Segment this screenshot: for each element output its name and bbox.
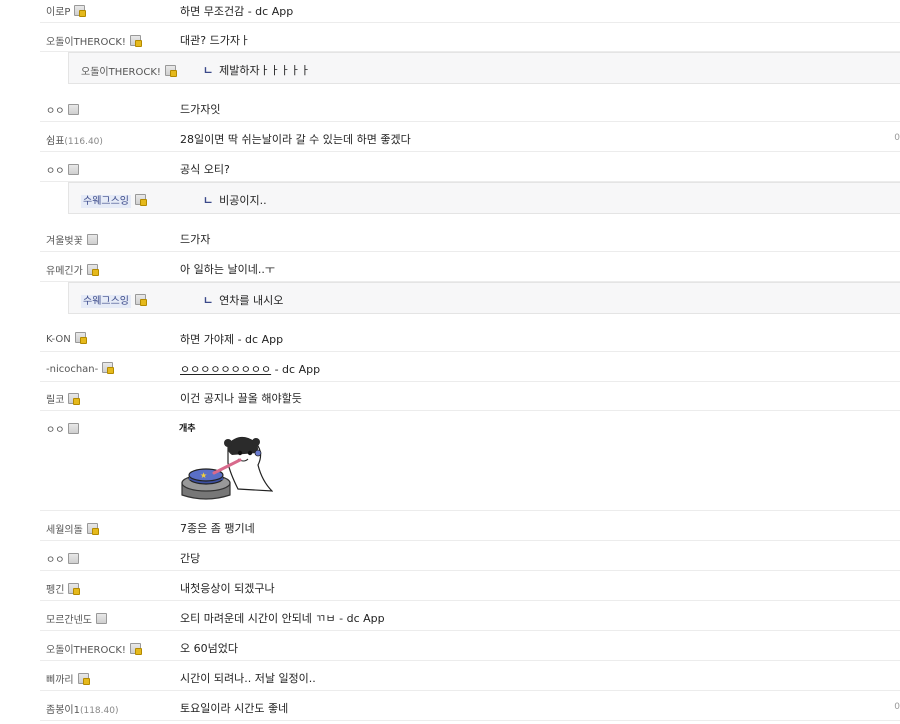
reply-text-body: 비공이지..	[219, 194, 267, 207]
comment-row: ㅇㅇ 간당	[40, 541, 900, 571]
comment-nickname[interactable]: 쉼표(116.40)	[46, 132, 103, 147]
reply-nickname[interactable]: 오돌이THEROCK!	[81, 63, 177, 78]
comment-count: 0	[894, 702, 900, 712]
comment-nickname[interactable]: K-ON	[46, 332, 87, 345]
fixed-nick-icon	[77, 673, 90, 685]
ip-address: (116.40)	[64, 137, 103, 147]
fixed-nick-icon	[74, 5, 87, 17]
nick-icon	[86, 234, 98, 245]
reply-text: ㄴ 비공이지..	[203, 192, 267, 208]
ip-address: (118.40)	[79, 706, 119, 716]
comment-row: 삐까리 시간이 되려나.. 저날 일정이..	[40, 661, 900, 691]
fixed-nick-icon	[164, 65, 177, 77]
comment-row: ㅇㅇ 공식 오티?	[40, 152, 900, 182]
comment-text: 오 60넘었다	[180, 642, 238, 655]
reply-text: ㄴ 제발하자ㅏㅏㅏㅏㅏ	[203, 62, 310, 78]
comment-row: ㅇㅇ 개추 ★	[40, 411, 900, 511]
comment-nickname[interactable]: 오돌이THEROCK!	[46, 33, 142, 48]
fixed-nick-icon	[86, 264, 99, 276]
comment-nickname[interactable]: -nicochan-	[46, 362, 115, 375]
comment-nickname[interactable]: ㅇㅇ	[46, 162, 80, 177]
comment-row: 좀봉이1(118.40) 토요일이라 시간도 좋네 0	[40, 691, 900, 721]
reply-nickname[interactable]: 수웨그스잉	[81, 192, 147, 208]
comment-text: 대관? 드가자ㅏ	[180, 34, 251, 47]
comment-row: 세월의돌 7종은 좀 팽기네	[40, 511, 900, 541]
comment-row: 펭긴 내첫응상이 되겠구나	[40, 571, 900, 601]
comment-text: 드가자잇	[180, 103, 221, 116]
fixed-nick-icon	[86, 523, 99, 535]
comment-text: 간당	[180, 552, 201, 565]
comment-nickname[interactable]: ㅇㅇ	[46, 421, 80, 436]
reply-text: ㄴ 연차를 내시오	[203, 292, 283, 308]
fixed-nick-icon	[135, 194, 147, 206]
fixed-nick-icon	[129, 643, 142, 655]
comment-row: 쉼표(116.40) 28일이면 딱 쉬는날이라 갈 수 있는데 하면 좋겠다 …	[40, 122, 900, 152]
comment-text: ㅇㅇㅇㅇㅇㅇㅇㅇㅇ - dc App	[180, 361, 320, 377]
comment-row: 유메긴가 아 일하는 날이네..ㅜ	[40, 252, 900, 282]
comment-row: 겨울벚꽃 드가자	[40, 222, 900, 252]
comment-text: 오티 마려운데 시간이 안되네 ㄲㅂ - dc App	[180, 612, 385, 625]
comment-row: 오돌이THEROCK! 대관? 드가자ㅏ	[40, 23, 900, 52]
nick-icon	[68, 423, 80, 434]
comment-text-suffix: - dc App	[271, 363, 321, 376]
comment-row: 모르간넨도 오티 마려운데 시간이 안되네 ㄲㅂ - dc App	[40, 601, 900, 631]
fixed-nick-icon	[68, 393, 81, 405]
comment-text: 드가자	[180, 233, 211, 246]
comment-nickname[interactable]: 겨울벚꽃	[46, 232, 98, 247]
reply-arrow-icon: ㄴ	[203, 294, 214, 307]
fixed-nick-icon	[68, 583, 81, 595]
comment-row: 오돌이THEROCK! 오 60넘었다	[40, 631, 900, 661]
comment-row: -nicochan- ㅇㅇㅇㅇㅇㅇㅇㅇㅇ - dc App	[40, 352, 900, 382]
nick-icon	[68, 164, 80, 175]
comment-nickname[interactable]: 유메긴가	[46, 262, 99, 277]
comment-row: 이로P 하면 무조건감 - dc App	[40, 0, 900, 23]
comment-nickname[interactable]: 이로P	[46, 3, 87, 18]
fixed-nick-icon	[135, 294, 147, 306]
reply-row: 수웨그스잉 ㄴ 연차를 내시오	[68, 282, 900, 314]
comment-text: 토요일이라 시간도 좋네	[180, 702, 289, 715]
fixed-nick-icon	[129, 35, 142, 47]
nick-icon	[68, 553, 80, 564]
comment-text-underlined: ㅇㅇㅇㅇㅇㅇㅇㅇㅇ	[180, 363, 272, 376]
nick-icon	[96, 613, 107, 624]
reply-text-body: 제발하자ㅏㅏㅏㅏㅏ	[219, 64, 311, 77]
reply-arrow-icon: ㄴ	[203, 64, 214, 77]
nick-icon	[68, 104, 80, 115]
comment-nickname[interactable]: 세월의돌	[46, 521, 99, 536]
comment-text: 공식 오티?	[180, 163, 230, 176]
comment-nickname[interactable]: ㅇㅇ	[46, 102, 80, 117]
comment-nickname[interactable]: 펭긴	[46, 581, 81, 596]
comment-row: 릴코 이건 공지나 끌올 해야할듯	[40, 382, 900, 411]
svg-text:★: ★	[200, 471, 207, 480]
fixed-nick-icon	[74, 332, 87, 344]
reply-arrow-icon: ㄴ	[203, 194, 214, 207]
comment-nickname[interactable]: 릴코	[46, 391, 81, 406]
comment-text: 28일이면 딱 쉬는날이라 갈 수 있는데 하면 좋겠다	[180, 133, 411, 146]
comment-text: 하면 가야제 - dc App	[180, 333, 284, 346]
comment-text: 내첫응상이 되겠구나	[180, 582, 275, 595]
comment-nickname[interactable]: 오돌이THEROCK!	[46, 641, 142, 656]
reply-text-body: 연차를 내시오	[219, 294, 284, 307]
comment-nickname[interactable]: ㅇㅇ	[46, 551, 80, 566]
comment-row: K-ON 하면 가야제 - dc App	[40, 322, 900, 352]
comment-text: 이건 공지나 끌올 해야할듯	[180, 392, 302, 405]
reply-nickname[interactable]: 수웨그스잉	[81, 292, 147, 308]
fixed-nick-icon	[102, 362, 115, 374]
comment-text: 아 일하는 날이네..ㅜ	[180, 263, 275, 276]
reply-row: 수웨그스잉 ㄴ 비공이지..	[68, 182, 900, 214]
sticker-caption: 개추	[179, 423, 196, 434]
comment-nickname[interactable]: 모르간넨도	[46, 611, 107, 626]
reply-row: 오돌이THEROCK! ㄴ 제발하자ㅏㅏㅏㅏㅏ	[68, 52, 900, 84]
comment-text: 시간이 되려나.. 저날 일정이..	[180, 672, 316, 685]
comment-row: ㅇㅇ 드가자잇	[40, 92, 900, 122]
dccon-sticker: 개추 ★	[178, 422, 274, 505]
comment-text: 하면 무조건감 - dc App	[180, 5, 294, 18]
comment-nickname[interactable]: 삐까리	[46, 671, 90, 686]
comment-nickname[interactable]: 좀봉이1(118.40)	[46, 701, 118, 716]
comment-count: 0	[894, 133, 900, 143]
comment-text: 7종은 좀 팽기네	[180, 522, 255, 535]
